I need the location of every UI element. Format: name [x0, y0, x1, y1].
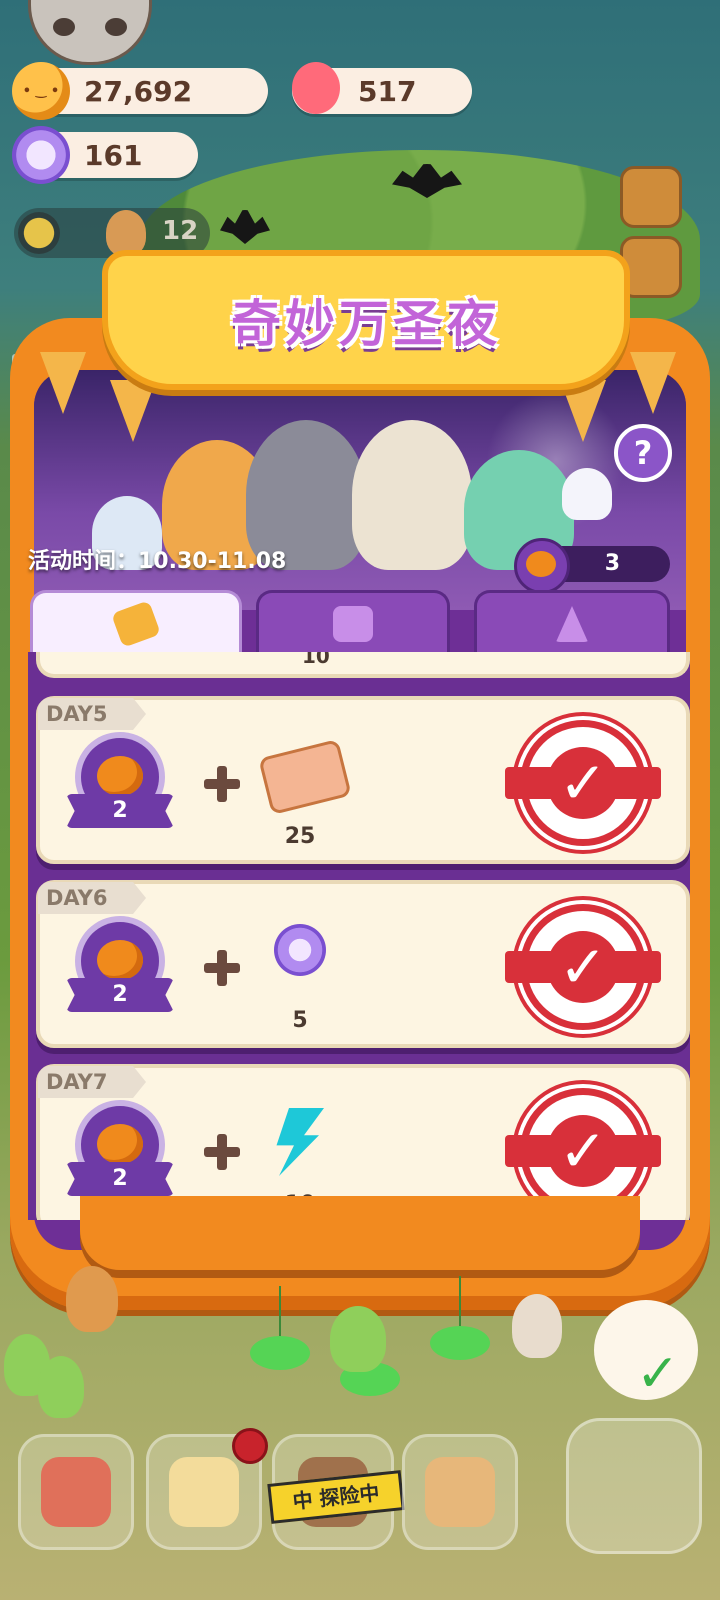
shop-nav-button[interactable] — [402, 1434, 518, 1550]
notebook-icon — [169, 1457, 239, 1527]
checkmark-icon: ✓ — [547, 747, 619, 819]
checkmark-icon: ✓ — [547, 931, 619, 1003]
plus-icon — [204, 766, 240, 802]
candle-counter[interactable]: 517 — [292, 62, 472, 114]
mummy-character — [352, 420, 472, 570]
plus-icon — [204, 1134, 240, 1170]
fishing-cat-button[interactable] — [566, 1418, 702, 1554]
task-note-icon — [333, 606, 373, 642]
reward-item — [264, 924, 336, 994]
zombie-character[interactable] — [38, 1356, 84, 1418]
cookie-coin-icon — [12, 62, 70, 120]
pumpkin-counter: 3 — [514, 538, 670, 594]
pumpkin-icon — [514, 538, 570, 594]
tab-tasks[interactable] — [256, 590, 450, 655]
pumpkin-badge: 2 — [66, 732, 176, 842]
event-time: 活动时间：10.30-11.08 — [28, 549, 287, 574]
claimed-stamp: ✓ — [505, 904, 661, 1030]
notification-dot — [232, 1428, 268, 1464]
claimed-stamp: ✓ — [505, 720, 661, 846]
reward-item — [264, 1108, 336, 1178]
sun-icon — [18, 212, 60, 254]
spider-icon — [430, 1276, 490, 1360]
coin-counter[interactable]: 27,692 — [12, 62, 268, 120]
villager-character[interactable] — [66, 1266, 118, 1332]
coin-amount: 27,692 — [84, 74, 193, 108]
day-card-5: DAY5 2 25 ✓ — [36, 696, 690, 864]
pumpkin-count: 3 — [604, 551, 620, 576]
tab-rewards[interactable] — [30, 590, 242, 655]
candy-amount: 161 — [84, 138, 143, 172]
spider-icon — [250, 1286, 310, 1370]
list-item: 10 — [36, 652, 690, 678]
candle-icon — [292, 62, 340, 114]
mushroom-house-icon — [41, 1457, 111, 1527]
reward-qty: 25 — [284, 824, 316, 849]
energy-icon — [276, 1108, 324, 1176]
reward-item — [258, 738, 352, 816]
explore-nav-button[interactable]: 中 探险中 — [267, 1434, 405, 1550]
pumpkin-badge: 2 — [66, 1100, 176, 1210]
shop-stall-icon — [425, 1457, 495, 1527]
plus-icon — [204, 950, 240, 986]
pumpkin-badge: 2 — [66, 916, 176, 1026]
help-button[interactable]: ? — [614, 424, 672, 482]
panel-bottom-lip — [80, 1196, 640, 1270]
pumpkin-qty: 2 — [66, 978, 174, 1012]
settings-gear-button[interactable] — [620, 166, 682, 228]
checkmark-icon: ✓ — [547, 1115, 619, 1187]
day-label: DAY7 — [38, 1066, 146, 1098]
day-label: DAY6 — [38, 882, 146, 914]
witch-hat-icon — [556, 606, 588, 642]
small-ghost-character — [562, 468, 612, 520]
checkmark-icon: ✓ — [636, 1344, 680, 1404]
candy-counter[interactable]: 161 — [12, 126, 198, 184]
day-label: DAY5 — [38, 698, 146, 730]
home-nav-button[interactable] — [18, 1434, 134, 1550]
zombie-character[interactable] — [330, 1306, 386, 1372]
candy-icon — [274, 924, 326, 976]
candle-amount: 517 — [358, 74, 417, 108]
candy-cane-icon — [111, 600, 161, 648]
panda-avatar[interactable] — [28, 0, 152, 65]
help-icon: ? — [633, 434, 653, 472]
daily-reward-list[interactable]: 10 DAY5 2 25 ✓ DAY6 2 5 ✓ DAY7 2 10 ✓ — [28, 652, 690, 1220]
day-card-6: DAY6 2 5 ✓ — [36, 880, 690, 1048]
pumpkin-qty: 2 — [66, 1162, 174, 1196]
event-title: 奇妙万圣夜 — [231, 295, 501, 353]
pumpkin-qty: 2 — [66, 794, 174, 828]
reward-qty: 10 — [302, 652, 330, 668]
event-title-banner: 奇妙万圣夜 — [102, 250, 630, 390]
tab-shop[interactable] — [474, 590, 670, 655]
sunglasses-character[interactable] — [512, 1294, 562, 1358]
reward-qty: 5 — [292, 1008, 308, 1033]
candy-icon — [12, 126, 70, 184]
ticket-icon — [258, 738, 352, 816]
doll-amount: 12 — [162, 216, 199, 246]
exploring-tape: 中 探险中 — [267, 1470, 405, 1524]
